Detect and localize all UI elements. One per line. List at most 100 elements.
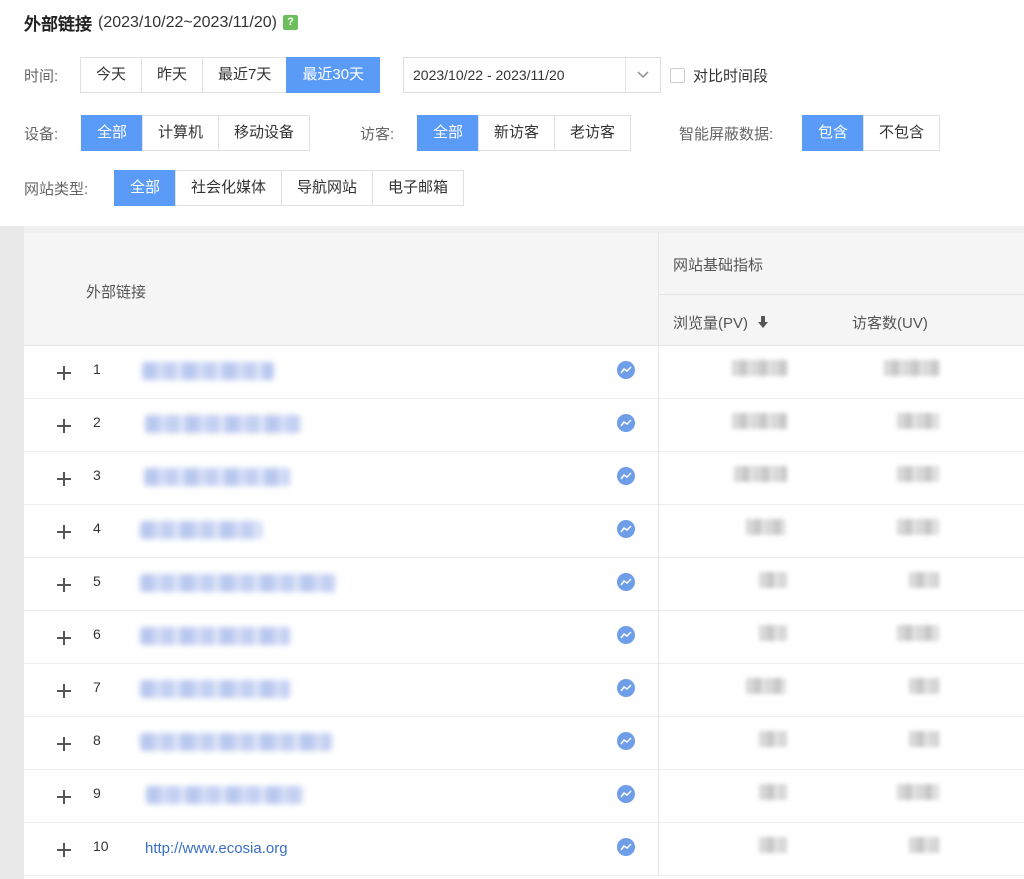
pv-value-redacted [732, 413, 787, 429]
date-range-value: 2023/10/22 - 2023/11/20 [413, 67, 565, 83]
row-number: 2 [93, 414, 101, 430]
expand-plus-icon[interactable] [57, 843, 71, 857]
table-row: 8 [24, 717, 1024, 770]
smart-option-exclude[interactable]: 不包含 [863, 115, 941, 151]
column-header-uv[interactable]: 访客数(UV) [852, 312, 928, 333]
page-header: 外部链接 (2023/10/22~2023/11/20) ? [24, 10, 298, 35]
site-type-label: 网站类型: [24, 181, 89, 198]
expand-plus-icon[interactable] [57, 472, 71, 486]
help-icon[interactable]: ? [282, 15, 298, 30]
pv-value-redacted [734, 466, 787, 482]
time-option-last7[interactable]: 最近7天 [202, 57, 288, 93]
site-type-option-email[interactable]: 电子邮箱 [372, 170, 465, 206]
expand-plus-icon[interactable] [57, 684, 71, 698]
visitor-option-all[interactable]: 全部 [417, 115, 480, 151]
column-group-label: 网站基础指标 [673, 257, 764, 274]
table-row: 6 [24, 611, 1024, 664]
uv-value-redacted [909, 572, 939, 588]
column-header-pv[interactable]: 浏览量(PV) [673, 312, 769, 333]
compare-checkbox[interactable] [670, 68, 685, 83]
metric-subheaders: 浏览量(PV) 访客数(UV) [658, 295, 1024, 345]
pv-value-redacted [732, 360, 787, 376]
table-body: 1 2 3 4 5 6 7 8 9 10 http://www.ecosia.o… [24, 346, 1024, 876]
external-link[interactable]: http://www.ecosia.org [145, 840, 288, 857]
trend-chart-icon[interactable] [617, 414, 635, 432]
device-option-all[interactable]: 全部 [81, 115, 144, 151]
expand-plus-icon[interactable] [57, 578, 71, 592]
device-option-mobile[interactable]: 移动设备 [218, 115, 311, 151]
visitor-label: 访客: [360, 126, 395, 143]
uv-value-redacted [909, 731, 939, 747]
pv-value-redacted [746, 678, 786, 694]
redacted-link[interactable] [140, 733, 332, 751]
trend-chart-icon[interactable] [617, 573, 635, 591]
visitor-option-returning[interactable]: 老访客 [554, 115, 632, 151]
chevron-down-icon[interactable] [625, 58, 660, 92]
section-divider [0, 226, 1024, 233]
table-row: 1 [24, 346, 1024, 399]
column-divider [658, 664, 659, 717]
visitor-option-new[interactable]: 新访客 [478, 115, 556, 151]
column-group-basic-metrics: 网站基础指标 [658, 233, 1024, 295]
column-divider [658, 346, 659, 399]
row-number: 7 [93, 679, 101, 695]
expand-plus-icon[interactable] [57, 737, 71, 751]
trend-chart-icon[interactable] [617, 467, 635, 485]
external-links-table: 外部链接 网站基础指标 浏览量(PV) 访客数(UV) 1 2 3 4 5 6 … [24, 233, 1024, 876]
left-gutter [0, 226, 24, 879]
site-type-option-social[interactable]: 社会化媒体 [175, 170, 283, 206]
date-range-picker[interactable]: 2023/10/22 - 2023/11/20 [403, 57, 661, 93]
expand-plus-icon[interactable] [57, 366, 71, 380]
trend-chart-icon[interactable] [617, 626, 635, 644]
trend-chart-icon[interactable] [617, 520, 635, 538]
expand-plus-icon[interactable] [57, 419, 71, 433]
uv-value-redacted [897, 519, 939, 535]
row-number: 1 [93, 361, 101, 377]
compare-period[interactable]: 对比时间段 [670, 65, 768, 86]
site-type-option-all[interactable]: 全部 [114, 170, 177, 206]
redacted-link[interactable] [140, 521, 262, 539]
smart-option-include[interactable]: 包含 [802, 115, 865, 151]
pv-value-redacted [759, 837, 787, 853]
redacted-link[interactable] [144, 468, 290, 486]
column-divider [658, 611, 659, 664]
redacted-link[interactable] [140, 574, 336, 592]
sort-desc-icon[interactable] [758, 316, 769, 329]
site-type-selector: 全部 社会化媒体 导航网站 电子邮箱 [114, 170, 465, 206]
time-option-yesterday[interactable]: 昨天 [141, 57, 204, 93]
trend-chart-icon[interactable] [617, 361, 635, 379]
trend-chart-icon[interactable] [617, 679, 635, 697]
column-divider [658, 770, 659, 823]
row-number: 5 [93, 573, 101, 589]
device-option-computer[interactable]: 计算机 [142, 115, 220, 151]
redacted-link[interactable] [140, 680, 290, 698]
pv-value-redacted [759, 625, 787, 641]
column-divider [658, 558, 659, 611]
trend-chart-icon[interactable] [617, 732, 635, 750]
uv-value-redacted [884, 360, 939, 376]
page-date-range: (2023/10/22~2023/11/20) [98, 13, 277, 31]
redacted-link[interactable] [146, 786, 304, 804]
redacted-link[interactable] [140, 627, 290, 645]
page-title: 外部链接 [24, 15, 92, 34]
redacted-link[interactable] [145, 415, 301, 433]
row-number: 3 [93, 467, 101, 483]
compare-label: 对比时间段 [693, 68, 769, 85]
redacted-link[interactable] [142, 362, 274, 380]
trend-chart-icon[interactable] [617, 785, 635, 803]
uv-value-redacted [909, 837, 939, 853]
expand-plus-icon[interactable] [57, 790, 71, 804]
time-range-selector: 今天 昨天 最近7天 最近30天 [80, 57, 381, 93]
device-label: 设备: [24, 126, 59, 143]
row-number: 8 [93, 732, 101, 748]
time-option-today[interactable]: 今天 [80, 57, 143, 93]
uv-value-redacted [897, 466, 939, 482]
column-divider [658, 399, 659, 452]
table-row: 5 [24, 558, 1024, 611]
site-type-option-navigation[interactable]: 导航网站 [281, 170, 374, 206]
pv-value-redacted [759, 784, 787, 800]
expand-plus-icon[interactable] [57, 631, 71, 645]
time-option-last30[interactable]: 最近30天 [286, 57, 381, 93]
trend-chart-icon[interactable] [617, 838, 635, 856]
expand-plus-icon[interactable] [57, 525, 71, 539]
